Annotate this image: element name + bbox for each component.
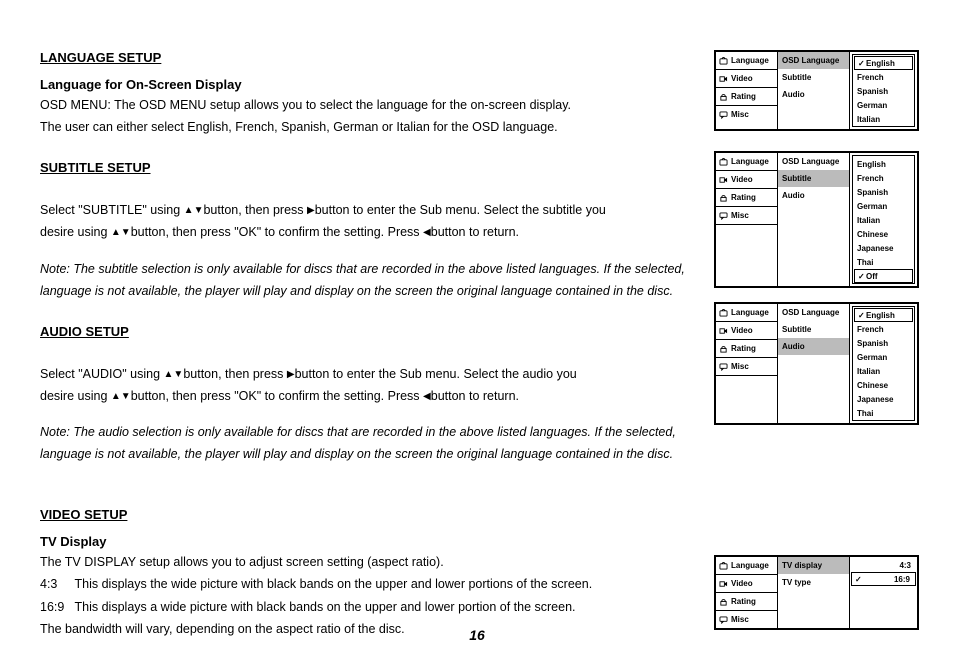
triangle-down-icon: ▼ xyxy=(173,368,183,383)
triangle-right-icon: ▶ xyxy=(287,368,295,383)
heading-tv-display: TV Display xyxy=(40,534,694,549)
tv-icon xyxy=(719,562,728,570)
speech-icon xyxy=(719,616,728,624)
heading-video-setup: VIDEO SETUP xyxy=(40,507,694,522)
video-icon xyxy=(719,176,728,184)
para-video-2: 4:3 This displays the wide picture with … xyxy=(40,575,694,593)
figure-column: Language Video Rating Misc OSD Language … xyxy=(714,50,919,642)
triangle-down-icon: ▼ xyxy=(194,204,204,219)
speech-icon xyxy=(719,111,728,119)
para-audio-1: Select "AUDIO" using ▲▼button, then pres… xyxy=(40,365,694,383)
lock-icon xyxy=(719,194,728,202)
tv-icon xyxy=(719,309,728,317)
tv-icon xyxy=(719,57,728,65)
page-number: 16 xyxy=(0,627,954,643)
para-audio-2: desire using ▲▼button, then press "OK" t… xyxy=(40,387,694,405)
triangle-left-icon: ◀ xyxy=(423,226,431,241)
osd-figure-subtitle: Language Video Rating Misc OSD Language … xyxy=(714,151,919,288)
check-icon: ✓ xyxy=(858,272,865,281)
triangle-left-icon: ◀ xyxy=(423,390,431,405)
para-subtitle-2: desire using ▲▼button, then press "OK" t… xyxy=(40,223,694,241)
triangle-down-icon: ▼ xyxy=(121,390,131,405)
osd-figure-video: Language Video Rating Misc TV display TV… xyxy=(714,555,919,630)
lock-icon xyxy=(719,93,728,101)
check-icon: ✓ xyxy=(858,311,865,320)
heading-audio-setup: AUDIO SETUP xyxy=(40,324,694,339)
para-lang-2: The user can either select English, Fren… xyxy=(40,118,694,136)
check-icon: ✓ xyxy=(855,575,862,584)
note-audio-1: Note: The audio selection is only availa… xyxy=(40,423,694,441)
video-icon xyxy=(719,580,728,588)
check-icon: ✓ xyxy=(858,59,865,68)
heading-language-setup: LANGUAGE SETUP xyxy=(40,50,694,65)
para-video-1: The TV DISPLAY setup allows you to adjus… xyxy=(40,553,694,571)
video-icon xyxy=(719,327,728,335)
para-lang-1: OSD MENU: The OSD MENU setup allows you … xyxy=(40,96,694,114)
lock-icon xyxy=(719,598,728,606)
triangle-up-icon: ▲ xyxy=(111,226,121,241)
osd-figure-audio: Language Video Rating Misc OSD Language … xyxy=(714,302,919,425)
heading-language-sub: Language for On-Screen Display xyxy=(40,77,694,92)
note-subtitle-2: language is not available, the player wi… xyxy=(40,282,694,300)
triangle-down-icon: ▼ xyxy=(121,226,131,241)
lock-icon xyxy=(719,345,728,353)
heading-subtitle-setup: SUBTITLE SETUP xyxy=(40,160,694,175)
para-video-3: 16:9 This displays a wide picture with b… xyxy=(40,598,694,616)
note-audio-2: language is not available, the player wi… xyxy=(40,445,694,463)
speech-icon xyxy=(719,363,728,371)
osd-figure-language: Language Video Rating Misc OSD Language … xyxy=(714,50,919,131)
tv-icon xyxy=(719,158,728,166)
triangle-up-icon: ▲ xyxy=(184,204,194,219)
note-subtitle-1: Note: The subtitle selection is only ava… xyxy=(40,260,694,278)
triangle-right-icon: ▶ xyxy=(307,204,315,219)
main-text-column: LANGUAGE SETUP Language for On-Screen Di… xyxy=(40,50,694,642)
para-subtitle-1: Select "SUBTITLE" using ▲▼button, then p… xyxy=(40,201,694,219)
video-icon xyxy=(719,75,728,83)
speech-icon xyxy=(719,212,728,220)
triangle-up-icon: ▲ xyxy=(164,368,174,383)
triangle-up-icon: ▲ xyxy=(111,390,121,405)
